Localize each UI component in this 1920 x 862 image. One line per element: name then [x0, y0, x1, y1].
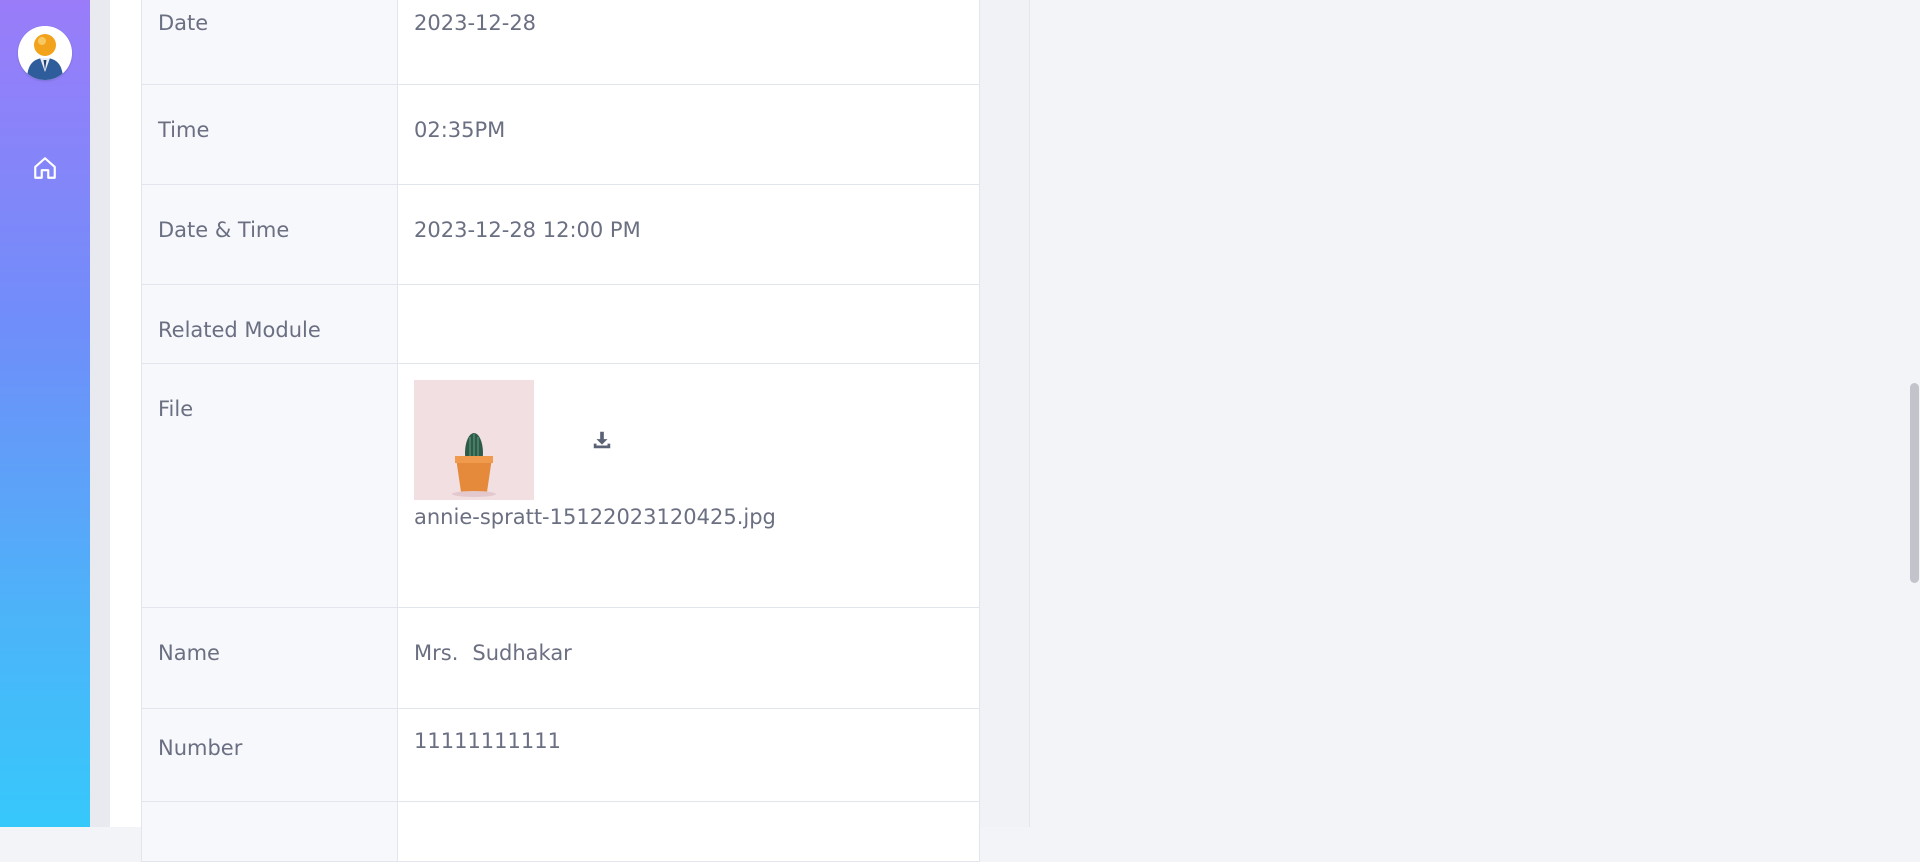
- sidebar: [0, 0, 90, 827]
- home-icon[interactable]: [29, 153, 61, 183]
- row-value: annie-spratt-15122023120425.jpg: [397, 363, 980, 608]
- name-value: Sudhakar: [472, 641, 572, 665]
- table-row: Date & Time 2023-12-28 12:00 PM: [141, 184, 980, 285]
- row-label: Time: [141, 84, 398, 185]
- table-row: File annie-spratt-15122023120425.jpg: [141, 363, 980, 608]
- row-label: Name: [141, 607, 398, 709]
- table-row: Number 11111111111: [141, 708, 980, 802]
- content-gutter: [90, 0, 110, 827]
- row-value: 2023-12-28: [397, 0, 980, 85]
- file-name[interactable]: annie-spratt-15122023120425.jpg: [414, 504, 963, 530]
- details-table: Date 2023-12-28 Time 02:35PM Date & Time…: [141, 0, 980, 862]
- file-attachment: annie-spratt-15122023120425.jpg: [414, 380, 963, 592]
- row-value: [397, 284, 980, 364]
- row-value: 2023-12-28 12:00 PM: [397, 184, 980, 285]
- table-row: Name Mrs. Sudhakar: [141, 607, 980, 709]
- user-avatar-icon[interactable]: [18, 26, 72, 80]
- row-label: [141, 801, 398, 862]
- row-label: Date & Time: [141, 184, 398, 285]
- row-value: Mrs. Sudhakar: [397, 607, 980, 709]
- page-scrollbar[interactable]: [1908, 0, 1920, 827]
- scrollbar-thumb[interactable]: [1910, 383, 1919, 583]
- file-thumbnail[interactable]: [414, 380, 534, 500]
- table-row: Time 02:35PM: [141, 84, 980, 185]
- panel-right-edge: [979, 0, 1030, 827]
- row-label: Date: [141, 0, 398, 85]
- table-row: Date 2023-12-28: [141, 0, 980, 85]
- row-label: Related Module: [141, 284, 398, 364]
- table-row: [141, 801, 980, 862]
- row-value: [397, 801, 980, 862]
- table-row: Related Module: [141, 284, 980, 364]
- download-icon[interactable]: [590, 428, 614, 452]
- name-salutation: Mrs.: [414, 641, 459, 665]
- row-value: 11111111111: [397, 708, 980, 802]
- row-label: Number: [141, 708, 398, 802]
- row-value: 02:35PM: [397, 84, 980, 185]
- row-label: File: [141, 363, 398, 608]
